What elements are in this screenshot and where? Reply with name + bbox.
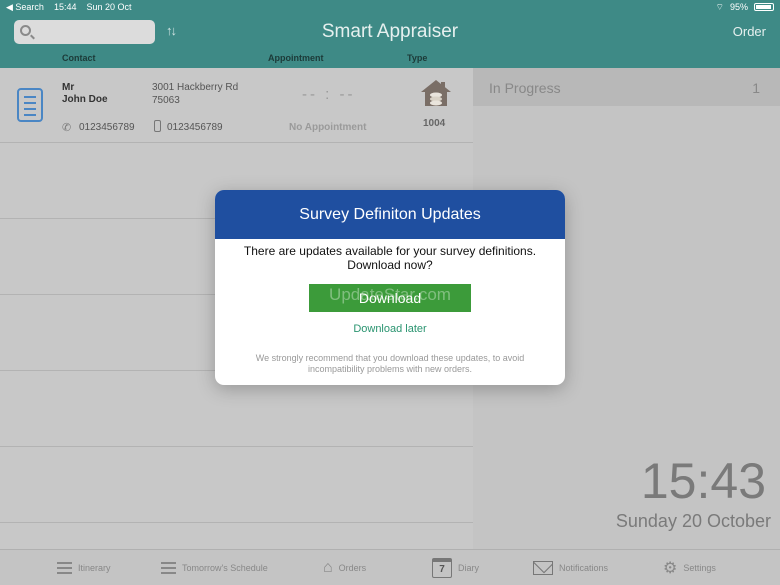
dialog-note: incompatibility problems with new orders… [307,364,473,374]
tab-diary[interactable]: 7 Diary [432,550,479,585]
in-progress-label: In Progress [489,80,561,96]
column-header-contact: Contact [62,53,96,63]
download-button[interactable]: Download [309,284,471,312]
tab-notifications[interactable]: Notifications [533,550,608,585]
column-headers: Contact Appointment Type [0,50,780,68]
page-title: Smart Appraiser [321,21,459,42]
document-icon [17,88,43,122]
tab-orders[interactable]: ⌂ Orders [323,550,366,585]
phone-number: 0123456789 [79,122,135,133]
clock-date: Sunday 20 October [615,511,771,531]
house-icon: ⌂ [323,559,333,576]
order-button[interactable]: Order [733,24,766,39]
dialog-title: Survey Definiton Updates [215,190,565,239]
address-line1: 3001 Hackberry Rd [152,82,239,93]
list-item [0,447,473,523]
tab-label: Settings [683,563,716,573]
mobile-icon [154,120,161,132]
contact-title: Mr [62,82,75,93]
tab-itinerary[interactable]: Itinerary [57,550,111,585]
battery-percent: 95% [729,2,748,12]
house-icon [421,80,451,106]
dialog-question: Download now? [347,258,433,272]
navigation-bar: ↑↓ Smart Appraiser Order [0,14,780,50]
itinerary-icon [57,562,72,574]
tab-label: Notifications [559,563,609,573]
order-number: 1004 [423,118,446,129]
tab-label: Diary [458,563,480,573]
address-line2: 75063 [152,95,180,106]
tab-tomorrows-schedule[interactable]: Tomorrow's Schedule [161,550,268,585]
in-progress-section[interactable]: In Progress 1 [473,68,780,106]
battery-icon [754,3,774,11]
survey-updates-dialog: Survey Definiton Updates There are updat… [215,190,565,385]
order-row[interactable]: Mr John Doe 3001 Hackberry Rd 75063 ✆ 01… [0,68,473,143]
appointment-time: -- : -- [302,86,356,103]
status-bar: ◀ Search 15:44 Sun 20 Oct ⌔ 95% [0,0,780,14]
appointment-status: No Appointment [289,122,367,133]
phone-icon: ✆ [62,122,72,134]
tab-bar: Itinerary Tomorrow's Schedule ⌂ Orders 7… [0,549,780,585]
mobile-number: 0123456789 [167,122,223,133]
tab-settings[interactable]: ⚙ Settings [663,550,716,585]
schedule-icon [161,562,176,574]
column-header-type: Type [407,53,428,63]
status-date: Sun 20 Oct [86,2,132,12]
tab-label: Orders [338,563,367,573]
status-time: 15:44 [53,2,77,12]
wifi-icon: ⌔ [715,1,724,12]
clock-time: 15:43 [640,453,766,509]
mail-icon [533,561,553,575]
dialog-note: We strongly recommend that you download … [255,353,525,363]
in-progress-count: 1 [752,80,760,96]
dialog-message: There are updates available for your sur… [243,244,537,258]
column-header-appointment: Appointment [268,53,324,63]
gear-icon: ⚙ [663,560,678,577]
download-later-link[interactable]: Download later [215,323,565,335]
calendar-icon: 7 [432,558,452,578]
tab-label: Tomorrow's Schedule [182,563,268,573]
back-to-search-link[interactable]: ◀ Search [6,2,44,13]
tab-label: Itinerary [78,563,111,573]
contact-name: John Doe [62,94,108,105]
